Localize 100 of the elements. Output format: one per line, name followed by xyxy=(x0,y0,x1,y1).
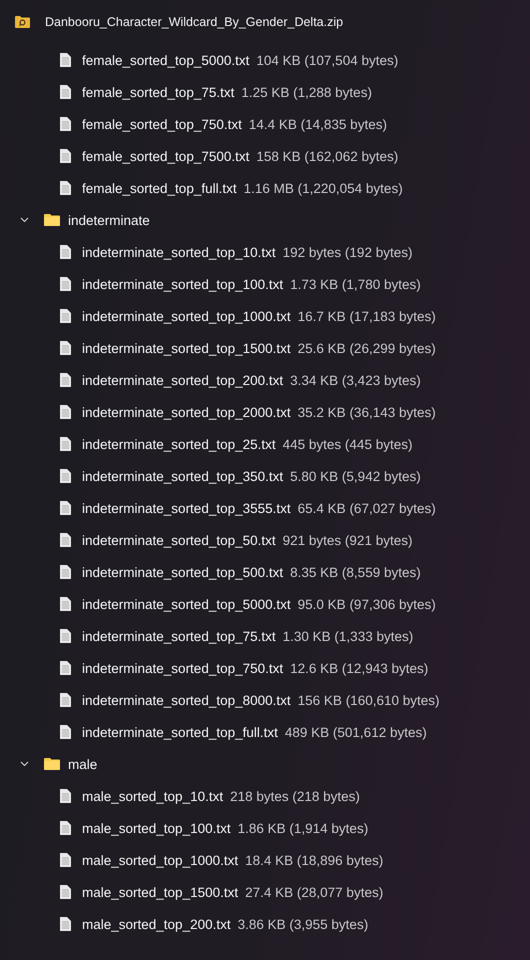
file-row[interactable]: indeterminate_sorted_top_200.txt 3.34 KB (3,423 bytes) xyxy=(0,364,530,396)
file-icon xyxy=(60,437,71,451)
file-name: indeterminate_sorted_top_100.txt xyxy=(82,276,284,292)
file-row[interactable]: indeterminate_sorted_top_2000.txt 35.2 KB (36,143 bytes) xyxy=(0,396,530,428)
file-row[interactable]: female_sorted_top_7500.txt 158 KB (162,062 bytes) xyxy=(0,140,530,172)
file-row[interactable]: indeterminate_sorted_top_100.txt 1.73 KB (1,780 bytes) xyxy=(0,268,530,300)
file-icon xyxy=(60,821,71,835)
file-name: indeterminate_sorted_top_1500.txt xyxy=(82,340,291,356)
file-icon xyxy=(60,853,71,867)
file-icon xyxy=(60,405,71,419)
file-name: indeterminate_sorted_top_10.txt xyxy=(82,244,276,260)
file-size: 27.4 KB (28,077 bytes) xyxy=(245,884,384,900)
file-name: female_sorted_top_75.txt xyxy=(82,84,234,100)
file-icon xyxy=(60,565,71,579)
file-size: 1.86 KB (1,914 bytes) xyxy=(238,820,368,836)
file-row[interactable]: male_sorted_top_10.txt 218 bytes (218 bytes) xyxy=(0,780,530,812)
file-row[interactable]: male_sorted_top_1500.txt 27.4 KB (28,077 bytes) xyxy=(0,876,530,908)
file-name: female_sorted_top_5000.txt xyxy=(82,52,250,68)
file-icon xyxy=(60,373,71,387)
file-name: female_sorted_top_full.txt xyxy=(82,180,237,196)
file-row[interactable]: indeterminate_sorted_top_3555.txt 65.4 KB (67,027 bytes) xyxy=(0,492,530,524)
file-size: 158 KB (162,062 bytes) xyxy=(256,148,398,164)
file-size: 489 KB (501,612 bytes) xyxy=(284,724,427,740)
file-row[interactable]: female_sorted_top_full.txt 1.16 MB (1,220,054 bytes) xyxy=(0,172,530,204)
file-size: 14.4 KB (14,835 bytes) xyxy=(248,116,387,132)
file-size: 8.35 KB (8,559 bytes) xyxy=(290,564,421,580)
file-row[interactable]: female_sorted_top_5000.txt 104 KB (107,504 bytes) xyxy=(0,44,530,76)
file-name: male_sorted_top_10.txt xyxy=(82,788,224,804)
file-name: indeterminate_sorted_top_75.txt xyxy=(82,628,276,644)
file-row[interactable]: indeterminate_sorted_top_5000.txt 95.0 KB (97,306 bytes) xyxy=(0,588,530,620)
file-row[interactable]: indeterminate_sorted_top_8000.txt 156 KB (160,610 bytes) xyxy=(0,684,530,716)
file-name: indeterminate_sorted_top_25.txt xyxy=(82,436,276,452)
file-name: female_sorted_top_7500.txt xyxy=(82,148,250,164)
file-size: 1.25 KB (1,288 bytes) xyxy=(241,84,372,100)
file-icon xyxy=(60,661,71,675)
folder-icon xyxy=(44,758,60,770)
file-name: indeterminate_sorted_top_750.txt xyxy=(82,660,284,676)
file-size: 218 bytes (218 bytes) xyxy=(230,788,360,804)
file-name: indeterminate_sorted_top_1000.txt xyxy=(82,308,291,324)
file-name: indeterminate_sorted_top_200.txt xyxy=(82,372,284,388)
file-row[interactable]: indeterminate_sorted_top_750.txt 12.6 KB (12,943 bytes) xyxy=(0,652,530,684)
zip-folder-icon xyxy=(15,16,30,28)
file-name: male_sorted_top_1500.txt xyxy=(82,884,238,900)
file-icon xyxy=(60,469,71,483)
file-icon xyxy=(60,53,71,67)
archive-name: Danbooru_Character_Wildcard_By_Gender_Delta.zip xyxy=(45,15,344,29)
file-row[interactable]: indeterminate_sorted_top_full.txt 489 KB (501,612 bytes) xyxy=(0,716,530,748)
file-row[interactable]: female_sorted_top_750.txt 14.4 KB (14,835 bytes) xyxy=(0,108,530,140)
file-icon xyxy=(60,885,71,899)
file-icon xyxy=(60,341,71,355)
chevron-icon[interactable] xyxy=(20,761,29,767)
file-name: male_sorted_top_1000.txt xyxy=(82,852,238,868)
file-icon xyxy=(60,149,71,163)
file-name: indeterminate_sorted_top_5000.txt xyxy=(82,596,291,612)
file-row[interactable]: indeterminate_sorted_top_350.txt 5.80 KB (5,942 bytes) xyxy=(0,460,530,492)
file-name: male_sorted_top_200.txt xyxy=(82,916,231,932)
file-icon xyxy=(60,245,71,259)
file-icon xyxy=(60,85,71,99)
file-size: 16.7 KB (17,183 bytes) xyxy=(298,308,436,324)
file-size: 25.6 KB (26,299 bytes) xyxy=(298,340,436,356)
file-size: 921 bytes (921 bytes) xyxy=(282,532,412,548)
file-icon xyxy=(60,501,71,515)
file-icon xyxy=(60,533,71,547)
file-icon xyxy=(60,597,71,611)
folder-icon xyxy=(44,214,60,226)
file-size: 3.34 KB (3,423 bytes) xyxy=(290,372,421,388)
file-row[interactable]: male_sorted_top_100.txt 1.86 KB (1,914 bytes) xyxy=(0,812,530,844)
file-row[interactable]: indeterminate_sorted_top_75.txt 1.30 KB (1,333 bytes) xyxy=(0,620,530,652)
file-row[interactable]: indeterminate_sorted_top_500.txt 8.35 KB (8,559 bytes) xyxy=(0,556,530,588)
file-name: indeterminate_sorted_top_350.txt xyxy=(82,468,284,484)
file-row[interactable]: indeterminate_sorted_top_1000.txt 16.7 KB (17,183 bytes) xyxy=(0,300,530,332)
file-icon xyxy=(60,693,71,707)
file-row[interactable]: male_sorted_top_200.txt 3.86 KB (3,955 bytes) xyxy=(0,908,530,940)
file-icon xyxy=(60,629,71,643)
file-size: 104 KB (107,504 bytes) xyxy=(256,52,398,68)
file-name: indeterminate_sorted_top_50.txt xyxy=(82,532,276,548)
file-row[interactable]: male_sorted_top_1000.txt 18.4 KB (18,896 bytes) xyxy=(0,844,530,876)
file-size: 192 bytes (192 bytes) xyxy=(282,244,412,260)
file-icon xyxy=(60,309,71,323)
file-icon xyxy=(60,917,71,931)
file-row[interactable]: indeterminate_sorted_top_50.txt 921 bytes (921 bytes) xyxy=(0,524,530,556)
file-name: indeterminate_sorted_top_500.txt xyxy=(82,564,284,580)
file-size: 1.73 KB (1,780 bytes) xyxy=(290,276,421,292)
file-row[interactable]: indeterminate_sorted_top_1500.txt 25.6 KB (26,299 bytes) xyxy=(0,332,530,364)
folder-row[interactable]: indeterminate xyxy=(0,204,530,236)
file-size: 1.16 MB (1,220,054 bytes) xyxy=(244,180,403,196)
file-size: 1.30 KB (1,333 bytes) xyxy=(282,628,414,644)
file-icon xyxy=(60,789,71,803)
file-name: indeterminate_sorted_top_2000.txt xyxy=(82,404,291,420)
file-row[interactable]: indeterminate_sorted_top_25.txt 445 bytes (445 bytes) xyxy=(0,428,530,460)
chevron-icon[interactable] xyxy=(20,217,29,223)
file-size: 3.86 KB (3,955 bytes) xyxy=(238,916,368,932)
file-size: 35.2 KB (36,143 bytes) xyxy=(298,404,436,420)
folder-row[interactable]: male xyxy=(0,748,530,780)
folder-name: male xyxy=(68,756,98,772)
file-size: 12.6 KB (12,943 bytes) xyxy=(290,660,428,676)
file-row[interactable]: indeterminate_sorted_top_10.txt 192 bytes (192 bytes) xyxy=(0,236,530,268)
file-name: indeterminate_sorted_top_full.txt xyxy=(82,724,278,740)
file-row[interactable]: female_sorted_top_75.txt 1.25 KB (1,288 bytes) xyxy=(0,76,530,108)
file-size: 156 KB (160,610 bytes) xyxy=(298,692,440,708)
